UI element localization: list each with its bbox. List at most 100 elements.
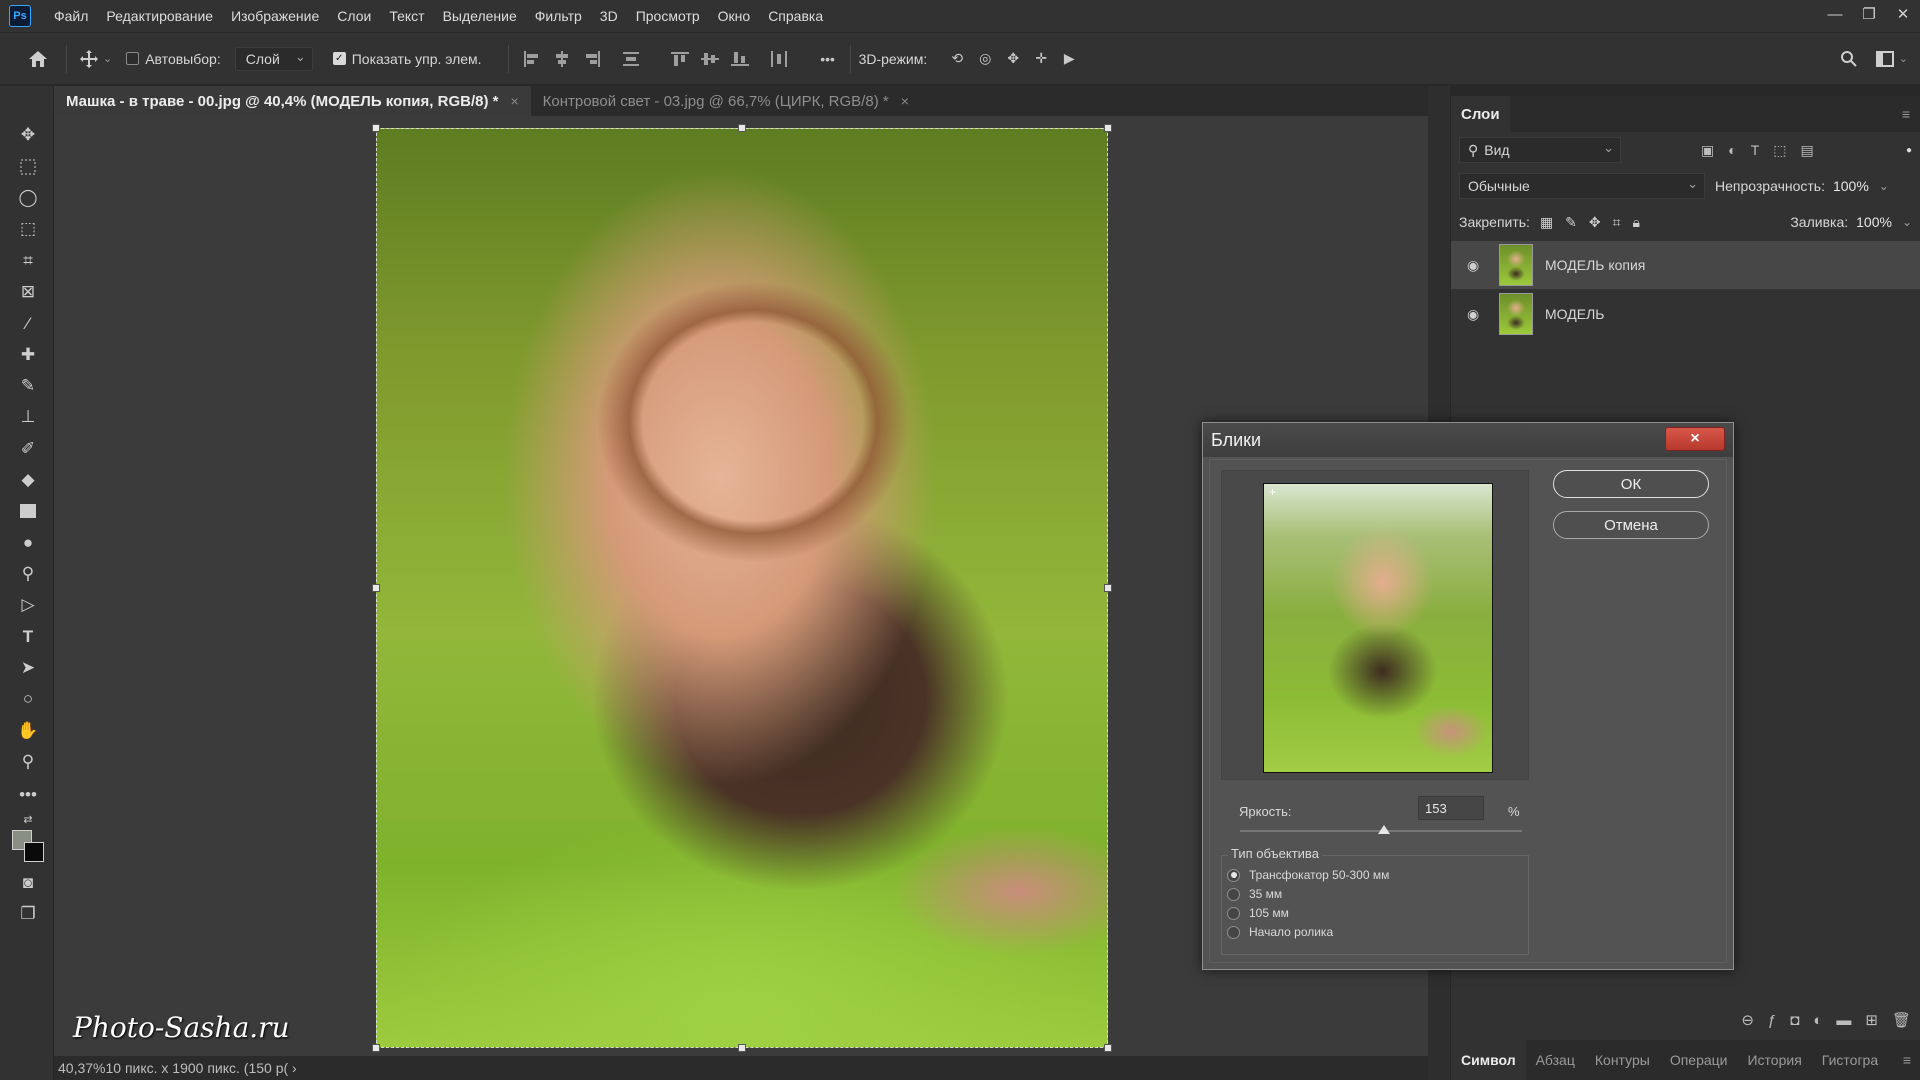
slide-3d-icon[interactable]: ✛ bbox=[1027, 45, 1055, 73]
lock-pixels-icon[interactable]: ✎ bbox=[1565, 214, 1577, 231]
maximize-icon[interactable]: ❐ bbox=[1852, 0, 1886, 28]
quick-mask-icon[interactable]: ◙ bbox=[15, 870, 41, 896]
photoshop-logo-icon[interactable]: Ps bbox=[9, 5, 31, 27]
document-canvas-image[interactable] bbox=[376, 128, 1108, 1048]
ellipse-tool-icon[interactable]: ○ bbox=[15, 686, 41, 712]
zoom-tool-icon[interactable]: ⚲ bbox=[15, 749, 41, 775]
lock-position-icon[interactable]: ✥ bbox=[1589, 214, 1601, 231]
swap-colors-icon[interactable]: ⇄ bbox=[15, 806, 41, 832]
pan-3d-icon[interactable]: ✥ bbox=[999, 45, 1027, 73]
visibility-eye-icon[interactable]: ◉ bbox=[1467, 257, 1485, 274]
panel-menu-icon[interactable]: ≡ bbox=[1903, 1052, 1911, 1068]
tab-histogram[interactable]: Гистогра bbox=[1812, 1040, 1888, 1080]
home-icon[interactable] bbox=[24, 45, 52, 73]
menu-text[interactable]: Текст bbox=[380, 8, 433, 24]
healing-brush-tool-icon[interactable]: ✚ bbox=[15, 342, 41, 368]
dodge-tool-icon[interactable]: ⚲ bbox=[15, 561, 41, 587]
crop-tool-icon[interactable]: ⌗ bbox=[15, 248, 41, 274]
transform-handle[interactable] bbox=[738, 124, 746, 132]
flare-preview-image[interactable]: + bbox=[1263, 483, 1493, 773]
dialog-title-bar[interactable]: Блики × bbox=[1203, 423, 1733, 457]
lasso-tool-icon[interactable]: ◯ bbox=[15, 185, 41, 211]
blur-tool-icon[interactable]: ● bbox=[15, 530, 41, 556]
screen-mode-icon[interactable]: ❐ bbox=[15, 901, 41, 927]
move-tool-icon[interactable] bbox=[75, 45, 103, 73]
menu-3d[interactable]: 3D bbox=[591, 8, 627, 24]
more-tools-icon[interactable]: ••• bbox=[15, 782, 41, 808]
chevron-down-icon[interactable]: ⌄ bbox=[1879, 179, 1889, 193]
align-center-h-icon[interactable] bbox=[550, 47, 574, 71]
tab-paths[interactable]: Контуры bbox=[1585, 1040, 1660, 1080]
lock-artboard-icon[interactable]: ⌗ bbox=[1613, 214, 1621, 231]
show-controls-checkbox[interactable]: ✓ bbox=[332, 52, 346, 65]
brightness-input[interactable]: 153 bbox=[1418, 796, 1484, 820]
lens-option-zoom[interactable]: Трансфокатор 50-300 мм bbox=[1227, 868, 1389, 882]
brightness-slider-thumb[interactable] bbox=[1377, 825, 1390, 834]
link-layers-icon[interactable]: ⊖ bbox=[1741, 1011, 1754, 1029]
blend-mode-select[interactable]: Обычные bbox=[1459, 173, 1705, 199]
frame-tool-icon[interactable]: ⊠ bbox=[15, 279, 41, 305]
align-bottom-icon[interactable] bbox=[728, 47, 752, 71]
lens-option-105mm[interactable]: 105 мм bbox=[1227, 906, 1289, 920]
marquee-tool-icon[interactable] bbox=[15, 154, 41, 180]
chevron-down-icon[interactable]: ⌄ bbox=[1899, 52, 1908, 65]
tab-document-1[interactable]: Машка - в траве - 00.jpg @ 40,4% (МОДЕЛЬ… bbox=[54, 86, 531, 116]
lens-option-35mm[interactable]: 35 мм bbox=[1227, 887, 1282, 901]
add-mask-icon[interactable]: ◘ bbox=[1790, 1012, 1799, 1029]
new-group-icon[interactable]: ▬ bbox=[1836, 1012, 1851, 1029]
chevron-down-icon[interactable]: ⌄ bbox=[1902, 215, 1912, 229]
lock-all-icon[interactable]: 🔒︎ bbox=[1633, 214, 1640, 231]
panel-menu-icon[interactable]: ≡ bbox=[1902, 106, 1910, 122]
radio-button[interactable] bbox=[1227, 887, 1240, 901]
transform-handle[interactable] bbox=[1104, 124, 1112, 132]
opacity-value[interactable]: 100% bbox=[1833, 178, 1869, 194]
minimize-icon[interactable]: — bbox=[1818, 0, 1852, 28]
lens-option-movie-prime[interactable]: Начало ролика bbox=[1227, 925, 1333, 939]
layer-row[interactable]: ◉ МОДЕЛЬ копия bbox=[1451, 241, 1920, 289]
hand-tool-icon[interactable]: ✋ bbox=[15, 718, 41, 744]
align-right-icon[interactable] bbox=[580, 47, 604, 71]
menu-select[interactable]: Выделение bbox=[434, 8, 526, 24]
align-top-icon[interactable] bbox=[668, 47, 692, 71]
layer-row[interactable]: ◉ МОДЕЛЬ bbox=[1451, 290, 1920, 338]
radio-button[interactable] bbox=[1227, 906, 1240, 920]
fill-value[interactable]: 100% bbox=[1856, 214, 1892, 230]
filter-smart-object-icon[interactable]: ▤ bbox=[1801, 142, 1814, 159]
transform-handle[interactable] bbox=[372, 1044, 380, 1052]
tab-history[interactable]: История bbox=[1737, 1040, 1811, 1080]
filter-adjustment-icon[interactable]: ◐ bbox=[1728, 142, 1736, 159]
adjustment-layer-icon[interactable]: ◐ bbox=[1813, 1012, 1822, 1029]
status-text[interactable]: 40,37%10 пикс. x 1900 пикс. (150 р( › bbox=[58, 1060, 297, 1076]
dialog-close-button[interactable]: × bbox=[1665, 427, 1725, 451]
eraser-tool-icon[interactable]: ◆ bbox=[15, 467, 41, 493]
autoselect-target-select[interactable]: Слой bbox=[234, 46, 313, 71]
menu-view[interactable]: Просмотр bbox=[627, 8, 709, 24]
move-tool-icon[interactable]: ✥ bbox=[15, 122, 41, 148]
align-middle-v-icon[interactable] bbox=[698, 47, 722, 71]
workspace-icon[interactable] bbox=[1871, 45, 1899, 73]
transform-handle[interactable] bbox=[1104, 1044, 1112, 1052]
tab-close-icon[interactable]: × bbox=[510, 93, 518, 109]
layer-style-icon[interactable]: ƒ bbox=[1768, 1012, 1776, 1029]
chevron-down-icon[interactable]: ⌄ bbox=[103, 52, 112, 65]
orbit-3d-icon[interactable]: ⟲ bbox=[943, 45, 971, 73]
distribute-horizontal-icon[interactable] bbox=[767, 47, 791, 71]
gradient-tool-icon[interactable] bbox=[15, 498, 41, 524]
filter-type-icon[interactable]: T bbox=[1751, 142, 1760, 159]
radio-button[interactable] bbox=[1227, 925, 1240, 939]
ok-button[interactable]: ОК bbox=[1553, 470, 1709, 498]
flare-center-crosshair-icon[interactable]: + bbox=[1269, 485, 1276, 499]
autoselect-checkbox[interactable] bbox=[126, 52, 140, 65]
tab-layers[interactable]: Слои bbox=[1451, 96, 1510, 132]
type-tool-icon[interactable]: T bbox=[15, 624, 41, 650]
align-left-icon[interactable] bbox=[520, 47, 544, 71]
object-selection-tool-icon[interactable]: ⬚ bbox=[15, 216, 41, 242]
window-close-icon[interactable]: ✕ bbox=[1886, 0, 1920, 28]
tab-character[interactable]: Символ bbox=[1451, 1040, 1526, 1080]
filter-shape-icon[interactable]: ⬚ bbox=[1773, 142, 1786, 159]
transform-handle[interactable] bbox=[372, 584, 380, 592]
visibility-eye-icon[interactable]: ◉ bbox=[1467, 306, 1485, 323]
radio-button[interactable] bbox=[1227, 868, 1240, 882]
layer-filter-select[interactable]: ⚲ Вид bbox=[1459, 137, 1621, 163]
tab-close-icon[interactable]: × bbox=[901, 93, 909, 109]
